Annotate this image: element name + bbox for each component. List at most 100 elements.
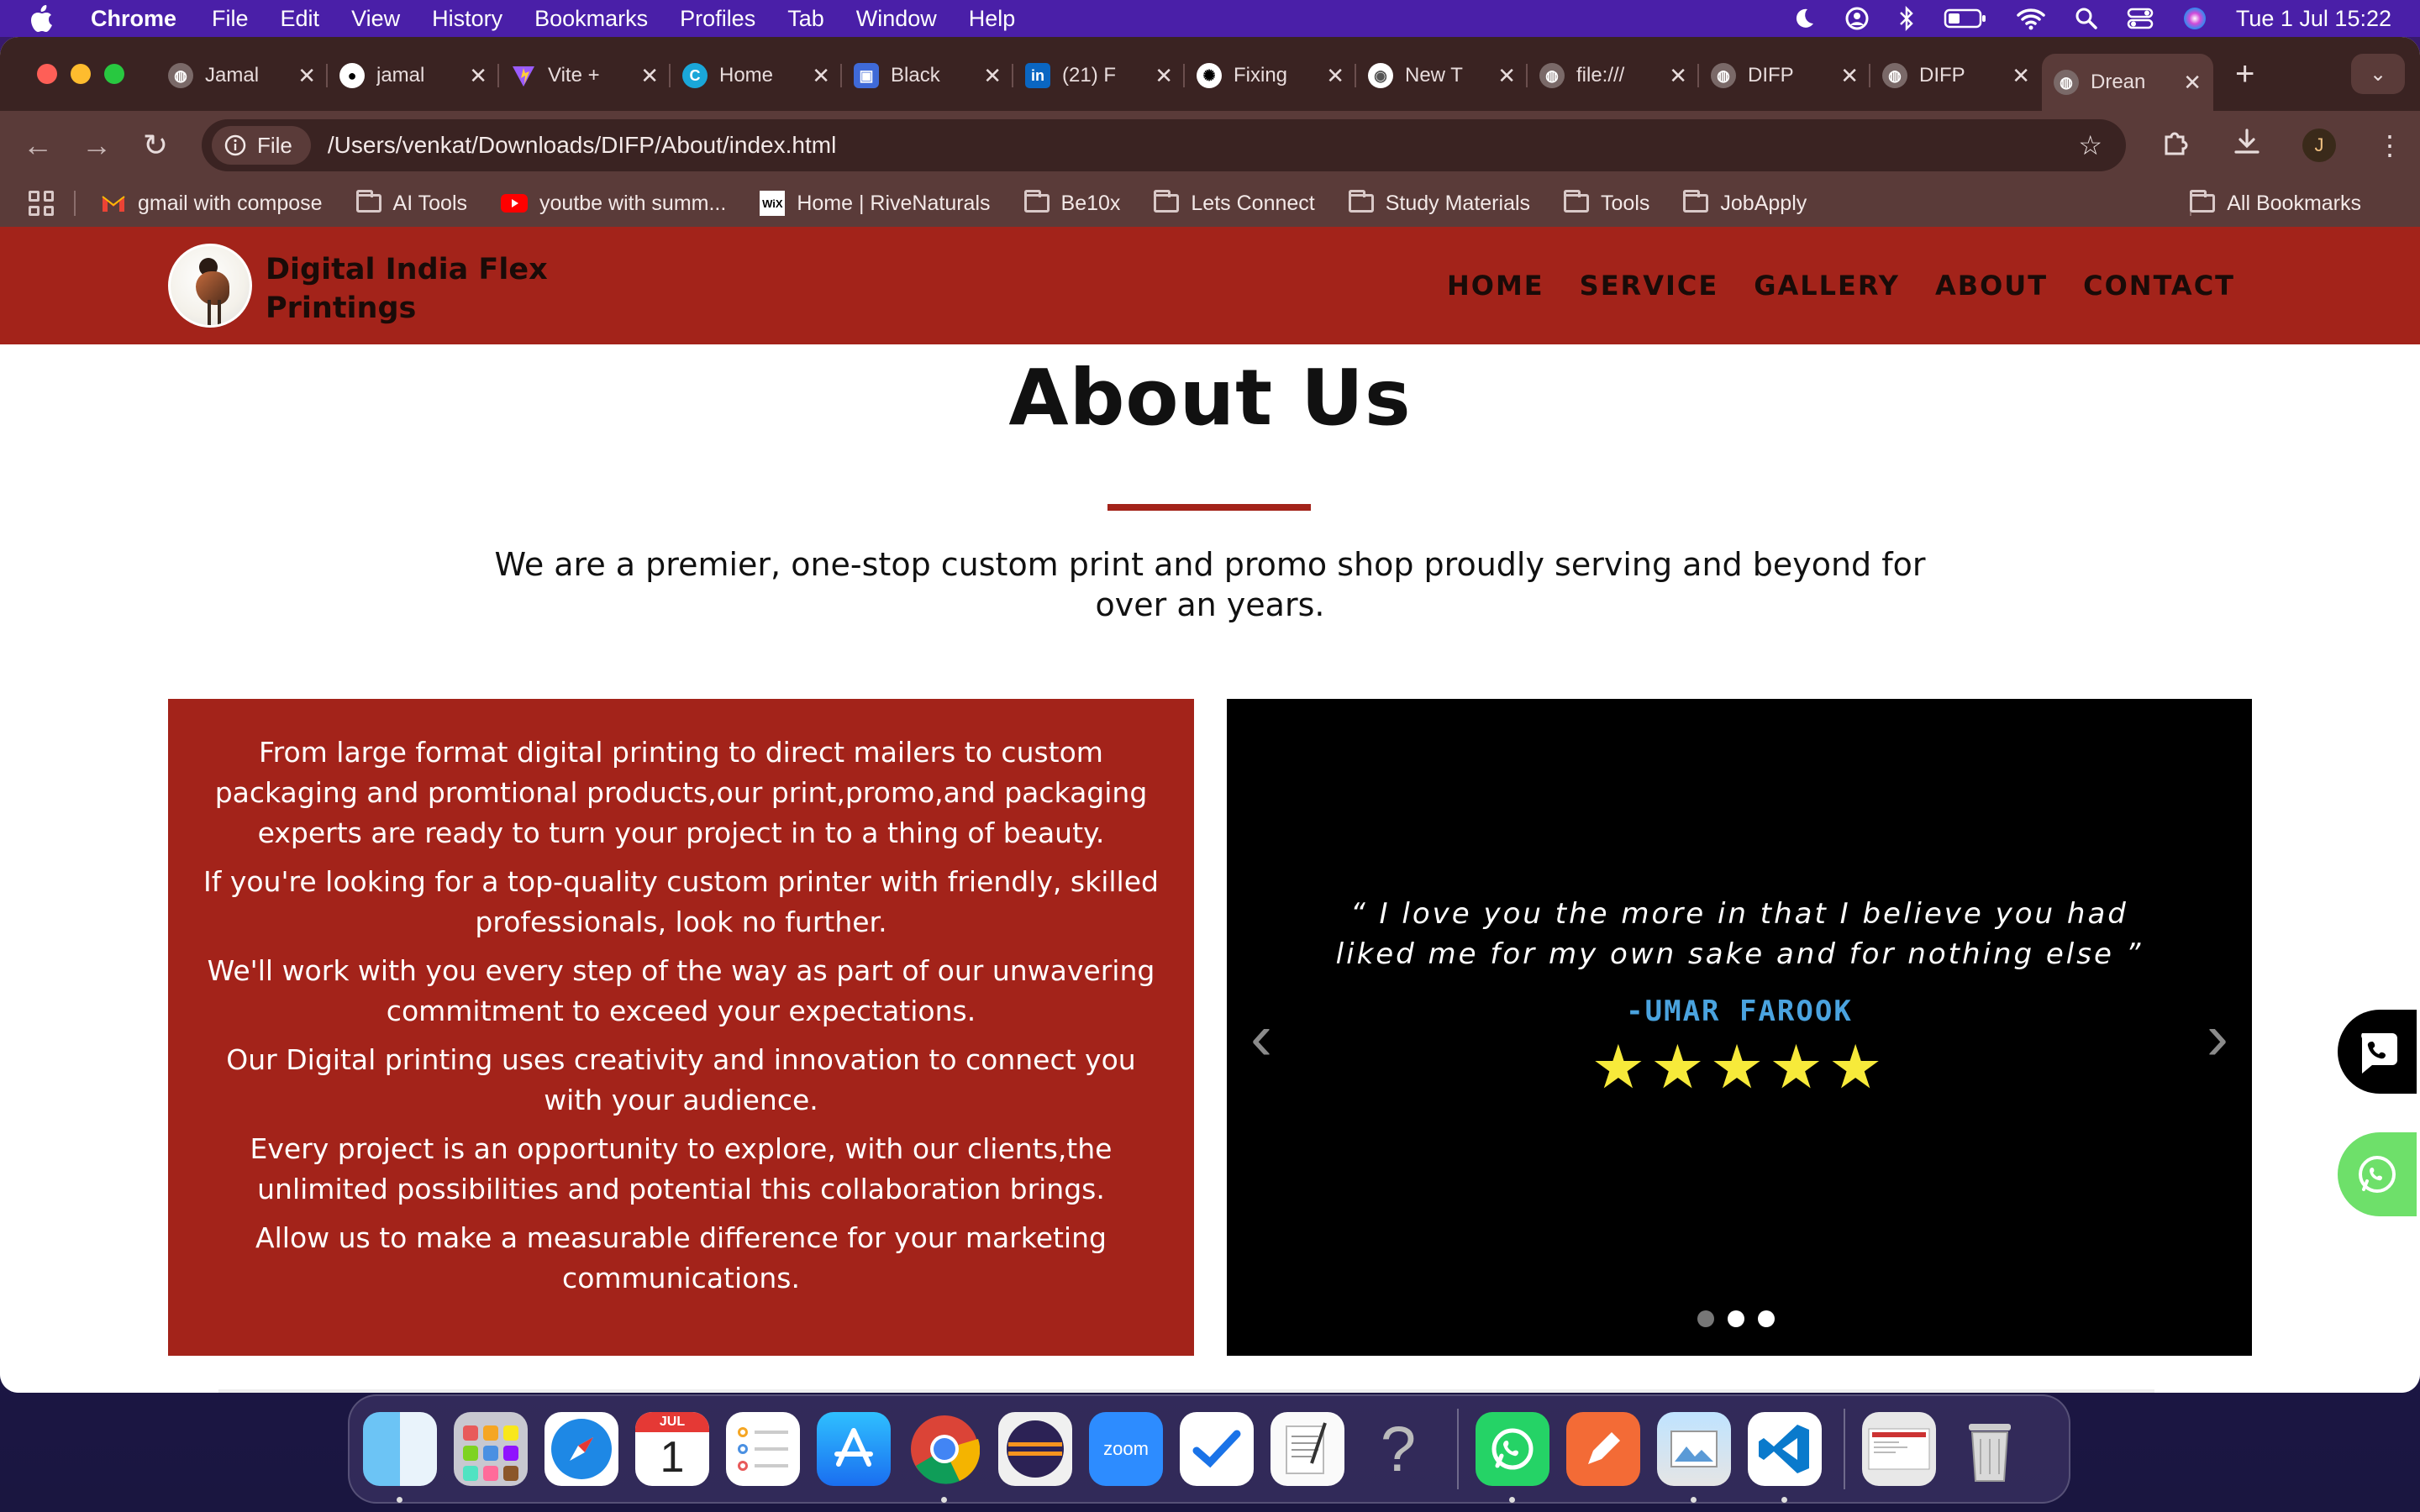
minimize-window-button[interactable] <box>71 64 91 84</box>
address-bar[interactable]: File /Users/venkat/Downloads/DIFP/About/… <box>202 119 2126 171</box>
close-tab-icon[interactable]: ✕ <box>983 63 1002 89</box>
menubar-view[interactable]: View <box>351 6 400 32</box>
vscode-icon[interactable] <box>1748 1412 1822 1503</box>
new-tab-button[interactable]: + <box>2235 55 2254 93</box>
close-tab-icon[interactable]: ✕ <box>2012 63 2030 89</box>
tasks-check-icon[interactable] <box>1180 1412 1254 1486</box>
focus-moon-icon[interactable] <box>1792 7 1816 30</box>
reload-icon[interactable]: ↻ <box>126 128 185 163</box>
close-tab-icon[interactable]: ✕ <box>1155 63 1173 89</box>
browser-tab[interactable]: in (21) F ✕ <box>1013 50 1185 101</box>
nav-home[interactable]: HOME <box>1447 270 1544 302</box>
extensions-puzzle-icon[interactable] <box>2161 127 2191 164</box>
browser-tab[interactable]: C Home ✕ <box>671 50 842 101</box>
help-question-icon[interactable]: ? <box>1361 1412 1435 1486</box>
bookmark-item[interactable]: gmail with compose <box>101 192 323 216</box>
carousel-next-arrow-icon[interactable]: › <box>2207 1004 2228 1069</box>
site-info-chip[interactable]: File <box>212 126 311 165</box>
browser-tab[interactable]: ● jamal ✕ <box>328 50 499 101</box>
safari-compass-icon[interactable] <box>544 1412 618 1486</box>
close-tab-icon[interactable]: ✕ <box>1497 63 1516 89</box>
floating-chat-button[interactable] <box>2338 1010 2417 1094</box>
bookmark-item[interactable]: WiX Home | RiveNaturals <box>760 191 991 216</box>
battery-icon[interactable] <box>1944 8 1987 29</box>
browser-tab[interactable]: ◍ DIFP ✕ <box>1699 50 1870 101</box>
browser-tab[interactable]: Vite + ✕ <box>499 50 671 101</box>
menubar-profiles[interactable]: Profiles <box>680 6 755 32</box>
menubar-app-name[interactable]: Chrome <box>91 6 176 32</box>
textedit-icon[interactable] <box>1270 1412 1344 1486</box>
close-tab-icon[interactable]: ✕ <box>1326 63 1344 89</box>
profile-avatar[interactable]: J <box>2302 129 2336 162</box>
reminders-icon[interactable] <box>726 1412 800 1486</box>
bookmark-folder[interactable]: JobApply <box>1683 190 1807 216</box>
bookmark-folder[interactable]: AI Tools <box>355 190 467 216</box>
bookmark-star-icon[interactable]: ☆ <box>2078 129 2102 161</box>
screenshot-thumbnail-icon[interactable] <box>1862 1412 1936 1486</box>
eclipse-icon[interactable] <box>998 1412 1072 1486</box>
browser-tab[interactable]: ◉ New T ✕ <box>1356 50 1528 101</box>
browser-tab[interactable]: ✺ Fixing ✕ <box>1185 50 1356 101</box>
close-tab-icon[interactable]: ✕ <box>2183 70 2202 96</box>
preview-icon[interactable] <box>1657 1412 1731 1503</box>
zoom-window-button[interactable] <box>104 64 124 84</box>
bookmark-folder[interactable]: Be10x <box>1023 190 1120 216</box>
app-store-icon[interactable] <box>817 1412 891 1486</box>
spotlight-search-icon[interactable] <box>2075 7 2098 30</box>
browser-tab[interactable]: ◍ file:/// ✕ <box>1528 50 1699 101</box>
menubar-help[interactable]: Help <box>969 6 1016 32</box>
menubar-edit[interactable]: Edit <box>281 6 320 32</box>
tab-search-chevron-icon[interactable]: ⌄ <box>2351 54 2405 94</box>
menubar-tab[interactable]: Tab <box>787 6 824 32</box>
menubar-window[interactable]: Window <box>856 6 937 32</box>
apps-grid-icon[interactable] <box>29 191 54 216</box>
site-brand-name[interactable]: Digital India Flex Printings <box>266 250 568 328</box>
bluetooth-icon[interactable] <box>1898 6 1915 31</box>
browser-tab[interactable]: ◍ DIFP ✕ <box>1870 50 2042 101</box>
calendar-icon[interactable]: JUL 1 <box>635 1412 709 1486</box>
trash-icon[interactable] <box>1953 1412 2027 1486</box>
carousel-dot[interactable] <box>1728 1310 1744 1327</box>
carousel-dot[interactable] <box>1758 1310 1775 1327</box>
close-tab-icon[interactable]: ✕ <box>469 63 487 89</box>
nav-service[interactable]: SERVICE <box>1580 270 1719 302</box>
download-icon[interactable] <box>2232 127 2262 164</box>
close-tab-icon[interactable]: ✕ <box>1669 63 1687 89</box>
bookmark-folder[interactable]: Study Materials <box>1348 190 1530 216</box>
bookmark-folder[interactable]: Lets Connect <box>1154 190 1315 216</box>
user-circle-icon[interactable] <box>1844 6 1870 31</box>
url-text[interactable]: /Users/venkat/Downloads/DIFP/About/index… <box>328 132 836 159</box>
floating-whatsapp-button[interactable] <box>2338 1132 2417 1216</box>
finder-icon[interactable] <box>363 1412 437 1503</box>
browser-tab[interactable]: ◍ Jamal ✕ <box>156 50 328 101</box>
close-window-button[interactable] <box>37 64 57 84</box>
chrome-icon[interactable] <box>908 1412 981 1503</box>
browser-tab-active[interactable]: ◍ Drean ✕ <box>2042 54 2213 111</box>
forward-arrow-icon[interactable]: → <box>67 128 126 163</box>
close-tab-icon[interactable]: ✕ <box>297 63 316 89</box>
bookmark-folder[interactable]: Tools <box>1564 190 1649 216</box>
menubar-file[interactable]: File <box>212 6 249 32</box>
nav-contact[interactable]: CONTACT <box>2083 270 2235 302</box>
launchpad-icon[interactable] <box>454 1412 528 1486</box>
control-center-icon[interactable] <box>2127 7 2154 30</box>
site-logo[interactable] <box>168 244 252 328</box>
back-arrow-icon[interactable]: ← <box>8 128 67 163</box>
browser-tab[interactable]: ▣ Black ✕ <box>842 50 1013 101</box>
menubar-history[interactable]: History <box>432 6 502 32</box>
all-bookmarks-button[interactable]: All Bookmarks <box>2190 190 2361 216</box>
wifi-icon[interactable] <box>2016 7 2046 30</box>
close-tab-icon[interactable]: ✕ <box>640 63 659 89</box>
menubar-clock[interactable]: Tue 1 Jul 15:22 <box>2236 6 2391 32</box>
whatsapp-icon[interactable] <box>1476 1412 1549 1503</box>
zoom-icon[interactable]: zoom <box>1089 1412 1163 1486</box>
nav-about[interactable]: ABOUT <box>1935 270 2048 302</box>
apple-menu-icon[interactable] <box>29 4 62 33</box>
more-menu-icon[interactable]: ⋮ <box>2376 129 2403 161</box>
pen-tool-icon[interactable] <box>1566 1412 1640 1486</box>
menubar-bookmarks[interactable]: Bookmarks <box>534 6 648 32</box>
close-tab-icon[interactable]: ✕ <box>812 63 830 89</box>
bookmark-item[interactable]: youtbe with summ... <box>501 192 726 216</box>
nav-gallery[interactable]: GALLERY <box>1754 270 1900 302</box>
siri-icon[interactable] <box>2182 6 2207 31</box>
